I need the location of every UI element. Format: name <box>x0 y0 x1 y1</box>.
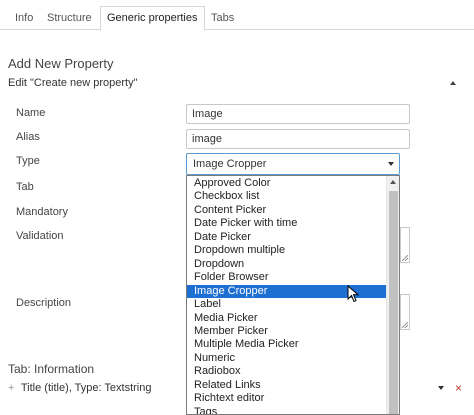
type-option[interactable]: Folder Browser <box>187 271 387 284</box>
type-option[interactable]: Date Picker with time <box>187 217 387 230</box>
caret-up-icon[interactable] <box>450 81 456 85</box>
type-option[interactable]: Radiobox <box>187 365 387 378</box>
mandatory-label: Mandatory <box>16 206 68 218</box>
type-option[interactable]: Numeric <box>187 352 387 365</box>
type-option[interactable]: Dropdown <box>187 258 387 271</box>
type-dropdown-list[interactable]: Approved Color Checkbox list Content Picke… <box>186 175 400 415</box>
tab-structure[interactable]: Structure <box>40 7 99 30</box>
type-select-value: Image Cropper <box>193 158 267 170</box>
panel-title: Edit "Create new property" <box>8 77 138 89</box>
type-option[interactable]: Content Picker <box>187 204 387 217</box>
dropdown-scrollbar[interactable] <box>386 176 399 414</box>
panel-header[interactable]: Edit "Create new property" <box>8 75 460 92</box>
type-label: Type <box>16 155 40 167</box>
mouse-pointer-icon <box>347 285 360 303</box>
chevron-down-icon[interactable] <box>438 386 444 390</box>
name-label: Name <box>16 107 46 119</box>
tab-bar: Info Structure Generic properties Tabs <box>0 0 474 31</box>
type-option[interactable]: Date Picker <box>187 231 387 244</box>
property-row[interactable]: + Title (title), Type: Textstring × <box>8 380 462 396</box>
info-tab-heading: Tab: Information <box>8 362 95 376</box>
close-icon[interactable]: × <box>455 380 462 396</box>
validation-textarea[interactable] <box>400 227 410 263</box>
section-title: Add New Property <box>8 56 114 71</box>
description-textarea[interactable] <box>400 294 410 330</box>
tab-tabs[interactable]: Tabs <box>204 7 241 30</box>
tab-label: Tab <box>16 181 34 193</box>
type-option[interactable]: Tags <box>187 406 387 414</box>
type-option[interactable]: Media Picker <box>187 312 387 325</box>
alias-field[interactable]: image <box>186 129 410 149</box>
validation-label: Validation <box>16 230 64 242</box>
name-field[interactable]: Image <box>186 104 410 124</box>
resize-grip-icon[interactable] <box>402 322 408 328</box>
plus-icon[interactable]: + <box>8 380 18 396</box>
type-option[interactable]: Multiple Media Picker <box>187 338 387 351</box>
tab-info[interactable]: Info <box>8 7 40 30</box>
tab-generic-properties[interactable]: Generic properties <box>100 6 205 31</box>
type-option[interactable]: Member Picker <box>187 325 387 338</box>
resize-grip-icon[interactable] <box>402 255 408 261</box>
property-row-text: Title (title), Type: Textstring <box>20 382 152 394</box>
type-select[interactable]: Image Cropper <box>186 153 400 175</box>
type-option[interactable]: Dropdown multiple <box>187 244 387 257</box>
type-option[interactable]: Approved Color <box>187 177 387 190</box>
chevron-down-icon <box>388 162 394 166</box>
type-option[interactable]: Checkbox list <box>187 190 387 203</box>
alias-label: Alias <box>16 131 40 143</box>
scroll-up-icon[interactable] <box>390 180 396 184</box>
description-label: Description <box>16 297 72 309</box>
